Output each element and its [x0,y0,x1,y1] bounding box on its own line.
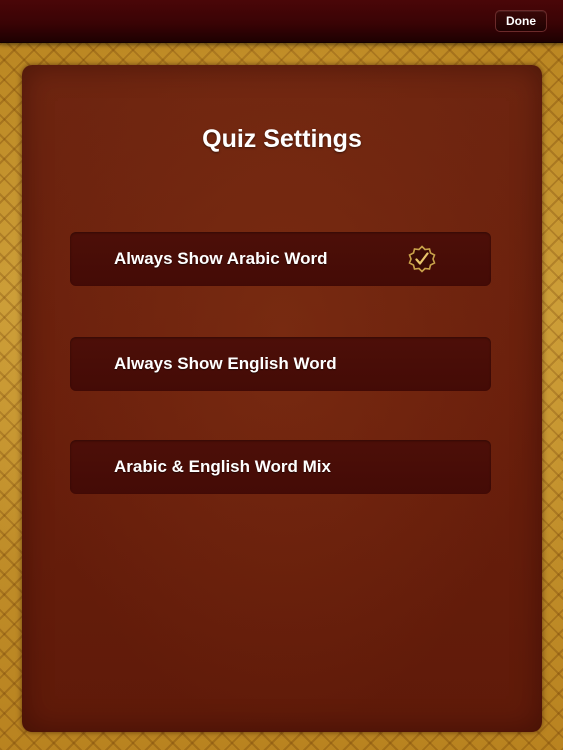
option-label: Always Show English Word [114,354,337,373]
option-label: Always Show Arabic Word [114,249,328,268]
option-arabic-english-word-mix[interactable]: Arabic & English Word Mix [70,440,491,494]
top-bar: Done [0,0,563,43]
page-title: Quiz Settings [202,125,362,153]
option-always-show-arabic-word[interactable]: Always Show Arabic Word [70,232,491,286]
option-label: Arabic & English Word Mix [114,457,331,476]
option-always-show-english-word[interactable]: Always Show English Word [70,337,491,391]
check-icon [408,245,436,273]
done-button[interactable]: Done [495,10,547,32]
quiz-settings-panel: Quiz Settings Always Show Arabic Word Al… [22,65,542,732]
